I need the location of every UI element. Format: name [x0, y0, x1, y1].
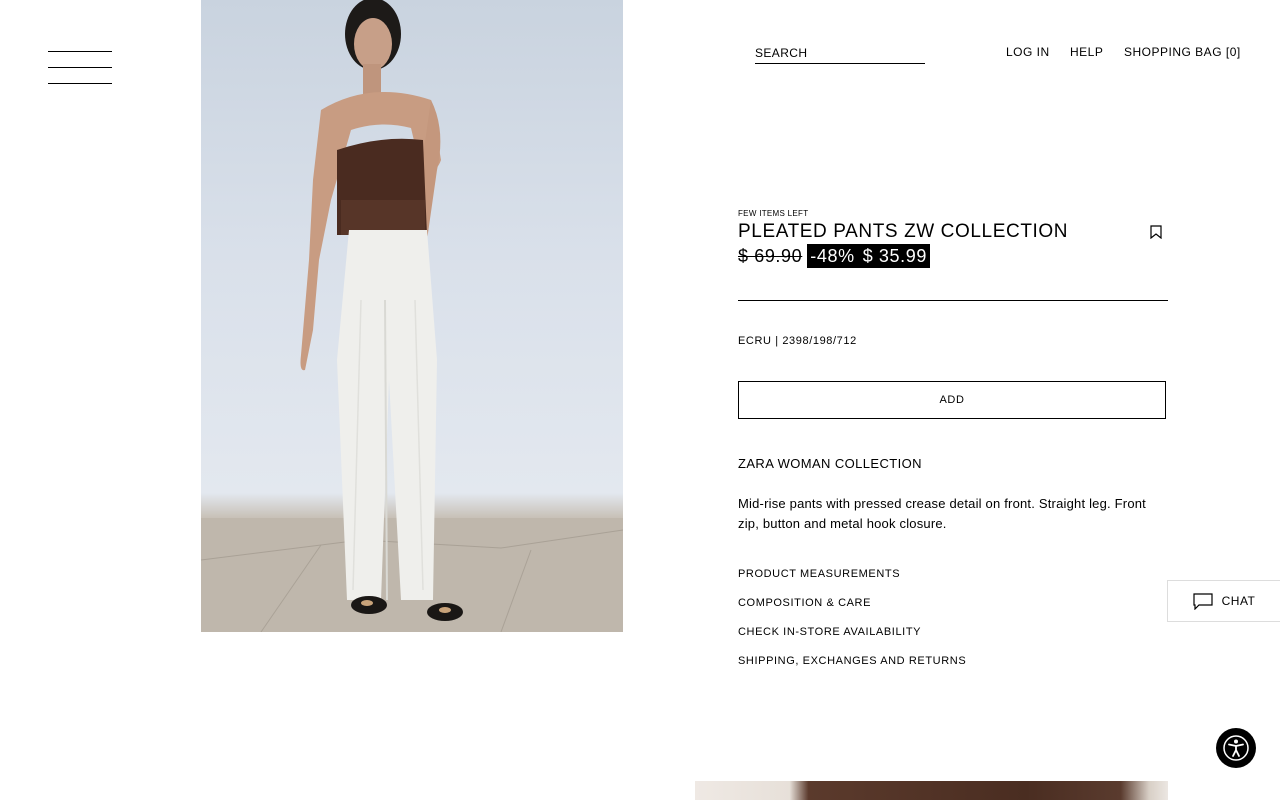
- product-page: LOG IN HELP SHOPPING BAG [0] FEW ITEMS L…: [0, 0, 1280, 800]
- product-description: Mid-rise pants with pressed crease detai…: [738, 496, 1146, 531]
- stock-status: FEW ITEMS LEFT: [738, 209, 809, 218]
- product-main-image[interactable]: [201, 0, 623, 632]
- hamburger-menu-icon[interactable]: [48, 51, 112, 85]
- product-secondary-image[interactable]: [695, 781, 1168, 800]
- accessibility-figure-icon: [1223, 735, 1249, 761]
- original-price: $ 69.90: [738, 245, 803, 266]
- chat-bubble-icon: [1193, 592, 1213, 610]
- store-availability-link[interactable]: CHECK IN-STORE AVAILABILITY: [738, 626, 921, 638]
- menu-line: [48, 83, 112, 84]
- add-to-bag-button[interactable]: ADD: [738, 381, 1166, 419]
- chat-label: CHAT: [1221, 594, 1256, 608]
- model-figure-illustration: [201, 0, 623, 632]
- shipping-returns-link[interactable]: SHIPPING, EXCHANGES AND RETURNS: [738, 655, 966, 667]
- bookmark-icon[interactable]: [1150, 225, 1162, 240]
- price-row: $ 69.90 -48% $ 35.99: [738, 244, 930, 268]
- sale-price-badge: -48% $ 35.99: [807, 244, 930, 268]
- product-title: PLEATED PANTS ZW COLLECTION: [738, 221, 1069, 242]
- sale-price: $ 35.99: [862, 246, 927, 266]
- collection-name: ZARA WOMAN COLLECTION: [738, 456, 922, 471]
- discount-percent: -48%: [810, 246, 855, 266]
- search-field[interactable]: [755, 44, 925, 64]
- composition-care-link[interactable]: COMPOSITION & CARE: [738, 597, 871, 609]
- search-input[interactable]: [755, 45, 925, 61]
- accessibility-icon[interactable]: [1216, 728, 1256, 768]
- shopping-bag-link[interactable]: SHOPPING BAG [0]: [1124, 45, 1241, 59]
- divider: [738, 300, 1168, 301]
- login-link[interactable]: LOG IN: [1006, 45, 1050, 59]
- menu-line: [48, 51, 112, 52]
- menu-line: [48, 67, 112, 68]
- product-measurements-link[interactable]: PRODUCT MEASUREMENTS: [738, 568, 900, 580]
- help-link[interactable]: HELP: [1070, 45, 1103, 59]
- chat-button[interactable]: CHAT: [1167, 580, 1280, 622]
- color-and-reference: ECRU | 2398/198/712: [738, 335, 857, 347]
- bookmark-icon-graphic: [1150, 225, 1162, 240]
